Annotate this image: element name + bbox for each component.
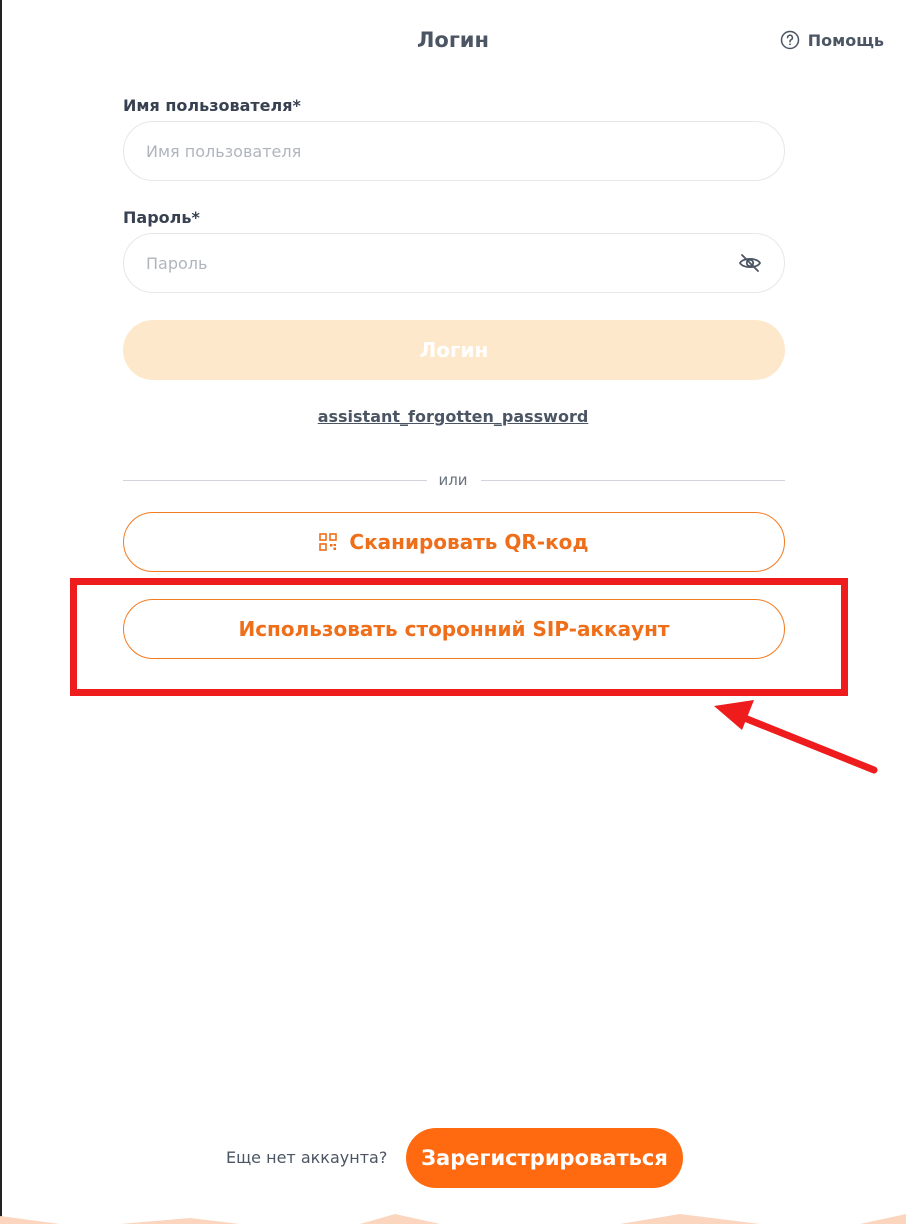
scan-qr-label: Сканировать QR-код [349, 530, 589, 554]
window-edge [0, 0, 2, 1224]
qr-code-icon [319, 533, 338, 551]
no-account-text: Еще нет аккаунта? [226, 1148, 388, 1167]
forgot-password-link[interactable]: assistant_forgotten_password [318, 407, 589, 426]
help-circle-icon [780, 30, 799, 50]
bottom-decoration [0, 1214, 906, 1224]
username-input[interactable] [146, 141, 762, 161]
help-link[interactable]: Помощь [780, 30, 884, 50]
password-input[interactable] [146, 253, 738, 273]
password-label: Пароль* [123, 208, 200, 227]
divider-text: или [438, 471, 468, 489]
eye-off-icon[interactable] [738, 251, 762, 275]
register-button[interactable]: Зарегистрироваться [406, 1128, 683, 1188]
login-button[interactable]: Логин [123, 320, 785, 380]
help-label: Помощь [807, 30, 884, 50]
forgot-password-row: assistant_forgotten_password [0, 407, 906, 426]
scan-qr-button[interactable]: Сканировать QR-код [123, 512, 785, 572]
password-field[interactable] [123, 233, 785, 293]
page-title: Логин [416, 28, 490, 52]
username-label: Имя пользователя* [123, 96, 301, 115]
annotation-highlight-box [70, 578, 848, 696]
username-field[interactable] [123, 121, 785, 181]
